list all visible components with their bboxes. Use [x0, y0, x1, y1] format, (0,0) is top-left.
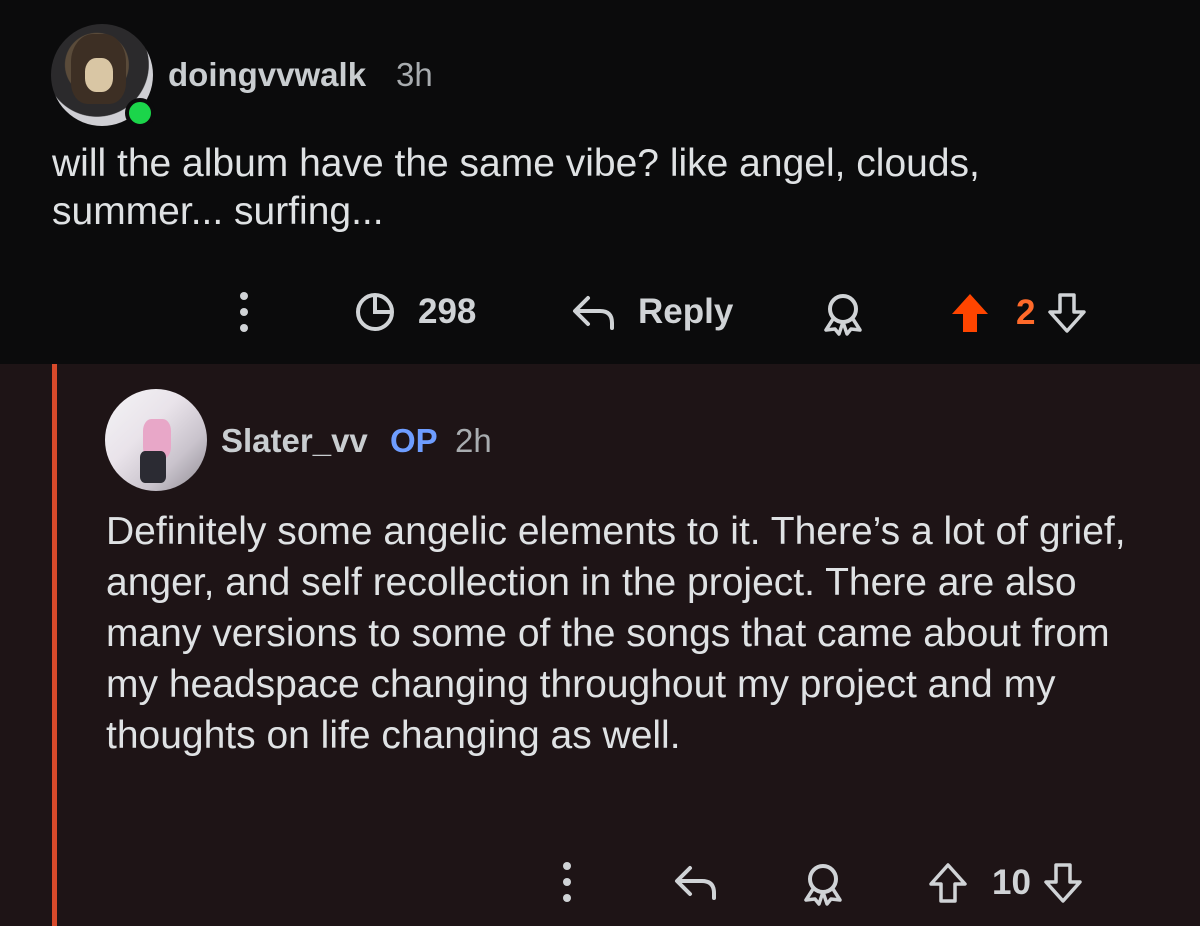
award-icon — [804, 864, 842, 906]
reply-username[interactable]: Slater_vv — [221, 422, 368, 460]
thread-line[interactable] — [52, 364, 57, 926]
reply-icon — [573, 296, 614, 330]
reply-vote-controls: 10 — [928, 861, 1083, 905]
reply-more-button[interactable] — [563, 862, 571, 902]
more-icon — [240, 292, 248, 332]
reply-reply-button[interactable] — [672, 860, 718, 904]
online-status-dot — [125, 98, 155, 128]
reply-label: Reply — [638, 292, 734, 331]
upvote-icon[interactable] — [950, 292, 990, 334]
more-icon — [563, 862, 571, 902]
views-stat: 298 — [354, 290, 476, 334]
reply-vote-count: 10 — [992, 863, 1031, 902]
op-badge: OP — [390, 422, 438, 459]
reply-icon — [675, 866, 716, 900]
vote-controls: 2 — [950, 291, 1087, 335]
reply-timestamp: 2h — [455, 422, 492, 459]
upvote-icon[interactable] — [928, 862, 968, 904]
comment-body: will the album have the same vibe? like … — [52, 142, 980, 233]
views-count: 298 — [418, 292, 477, 331]
comment-timestamp: 3h — [396, 56, 433, 93]
reply-body: Definitely some angelic elements to it. … — [106, 510, 1126, 757]
comment-username[interactable]: doingvvwalk — [168, 56, 366, 94]
views-icon — [356, 293, 394, 331]
downvote-icon[interactable] — [1043, 862, 1083, 904]
reply-award-button[interactable] — [800, 862, 846, 906]
reply-button[interactable]: Reply — [570, 290, 733, 334]
vote-count: 2 — [1016, 293, 1036, 332]
downvote-icon[interactable] — [1047, 292, 1087, 334]
award-icon — [824, 294, 862, 336]
award-button[interactable] — [820, 292, 866, 336]
avatar-slater-vv[interactable] — [105, 389, 207, 491]
comment-more-button[interactable] — [240, 292, 248, 332]
